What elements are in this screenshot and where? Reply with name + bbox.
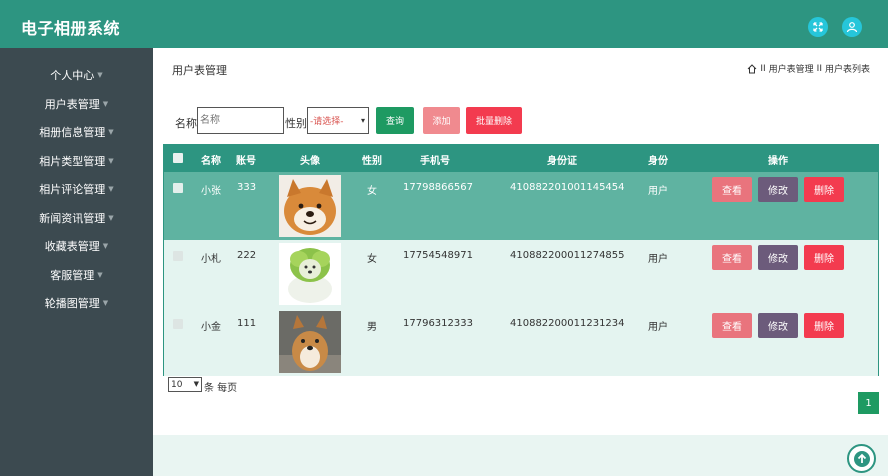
cell-role: 用户	[648, 254, 668, 265]
app-title: 电子相册系统	[21, 19, 121, 38]
avatar	[279, 175, 341, 237]
sidebar: 个人中心 ▼ 用户表管理 ▼ 相册信息管理 ▼ 相片类型管理 ▼ 相片评论管理 ▼ 新闻资…	[0, 48, 153, 476]
sidebar-item-users[interactable]: 用户表管理 ▼	[0, 90, 153, 118]
chevron-down-icon: ▼	[108, 214, 114, 222]
view-button[interactable]: 查看	[712, 177, 752, 202]
row-checkbox[interactable]	[173, 319, 183, 329]
add-button[interactable]: 添加	[423, 107, 460, 134]
cell-name: 小金	[201, 322, 221, 333]
breadcrumb-item: 用户表列表	[824, 65, 870, 75]
chevron-down-icon: ▼	[108, 157, 114, 165]
chevron-down-icon: ▼	[102, 242, 109, 250]
sidebar-item-favorites[interactable]: 收藏表管理 ▼	[0, 232, 153, 260]
sidebar-item-customer-service[interactable]: 客服管理 ▼	[0, 261, 153, 289]
chevron-down-icon: ▼	[108, 185, 114, 193]
edit-button[interactable]: 修改	[758, 245, 798, 270]
sidebar-item-photo-comments[interactable]: 相片评论管理 ▼	[0, 175, 153, 203]
edit-button[interactable]: 修改	[758, 313, 798, 338]
row-checkbox[interactable]	[173, 251, 183, 261]
chevron-down-icon: ▼	[97, 271, 103, 279]
breadcrumb: II 用户表管理 II 用户表列表	[747, 62, 870, 75]
chevron-down-icon: ▼	[193, 380, 199, 388]
column-header: 身份证	[547, 156, 577, 167]
gender-select[interactable]: -请选择- ▾	[307, 107, 369, 134]
home-icon[interactable]	[747, 63, 757, 74]
gender-label: 性别	[285, 117, 307, 130]
cell-phone: 17798866567	[403, 182, 473, 193]
cell-name: 小札	[201, 254, 221, 265]
cell-phone: 17796312333	[403, 318, 473, 329]
batch-delete-button[interactable]: 批量删除	[466, 107, 522, 134]
avatar	[279, 243, 341, 305]
cell-gender: 女	[367, 186, 377, 197]
cell-id-card: 410882200011231234	[510, 318, 625, 329]
user-icon[interactable]	[842, 17, 862, 37]
sidebar-item-photo-types[interactable]: 相片类型管理 ▼	[0, 147, 153, 175]
cell-id-card: 410882201001145454	[510, 182, 625, 193]
column-header: 头像	[300, 156, 320, 167]
delete-button[interactable]: 删除	[804, 177, 844, 202]
per-page-label: 条 每页	[204, 383, 238, 394]
fullscreen-icon[interactable]	[808, 17, 828, 37]
chevron-down-icon: ▾	[360, 116, 365, 125]
column-header: 操作	[768, 156, 788, 167]
cell-account: 111	[237, 318, 257, 329]
sidebar-item-carousel[interactable]: 轮播图管理 ▼	[0, 289, 153, 317]
avatar	[279, 311, 341, 373]
view-button[interactable]: 查看	[712, 245, 752, 270]
chevron-down-icon: ▼	[102, 299, 109, 307]
column-header: 名称	[201, 156, 221, 167]
breadcrumb-item[interactable]: 用户表管理	[769, 62, 814, 75]
delete-button[interactable]: 删除	[804, 245, 844, 270]
back-to-top-button[interactable]	[847, 444, 876, 473]
sidebar-item-albums[interactable]: 相册信息管理 ▼	[0, 118, 153, 146]
name-search-input[interactable]	[197, 107, 284, 134]
cell-account: 222	[237, 250, 257, 261]
cell-gender: 女	[367, 254, 377, 265]
query-button[interactable]: 查询	[376, 107, 414, 134]
sidebar-item-news[interactable]: 新闻资讯管理 ▼	[0, 204, 153, 232]
page-size-select[interactable]: 10 ▼	[168, 377, 202, 392]
cell-name: 小张	[201, 186, 221, 197]
row-checkbox[interactable]	[173, 183, 183, 193]
column-header: 性别	[362, 156, 382, 167]
cell-id-card: 410882200011274855	[510, 250, 625, 261]
cell-role: 用户	[648, 186, 668, 197]
chevron-down-icon: ▼	[102, 100, 109, 108]
chevron-down-icon: ▼	[97, 71, 103, 79]
sidebar-item-personal-center[interactable]: 个人中心 ▼	[0, 61, 153, 89]
column-header: 账号	[236, 156, 256, 167]
edit-button[interactable]: 修改	[758, 177, 798, 202]
page-title: 用户表管理	[172, 64, 227, 77]
top-bar	[0, 0, 888, 48]
delete-button[interactable]: 删除	[804, 313, 844, 338]
cell-account: 333	[237, 182, 257, 193]
column-header: 手机号	[420, 156, 450, 167]
cell-phone: 17754548971	[403, 250, 473, 261]
cell-role: 用户	[648, 322, 668, 333]
chevron-down-icon: ▼	[108, 128, 114, 136]
arrow-up-icon	[853, 450, 870, 467]
cell-gender: 男	[367, 322, 377, 333]
page-number-button[interactable]: 1	[858, 392, 879, 414]
select-all-checkbox[interactable]	[173, 153, 183, 163]
view-button[interactable]: 查看	[712, 313, 752, 338]
column-header: 身份	[648, 156, 668, 167]
name-label: 名称	[175, 117, 197, 130]
